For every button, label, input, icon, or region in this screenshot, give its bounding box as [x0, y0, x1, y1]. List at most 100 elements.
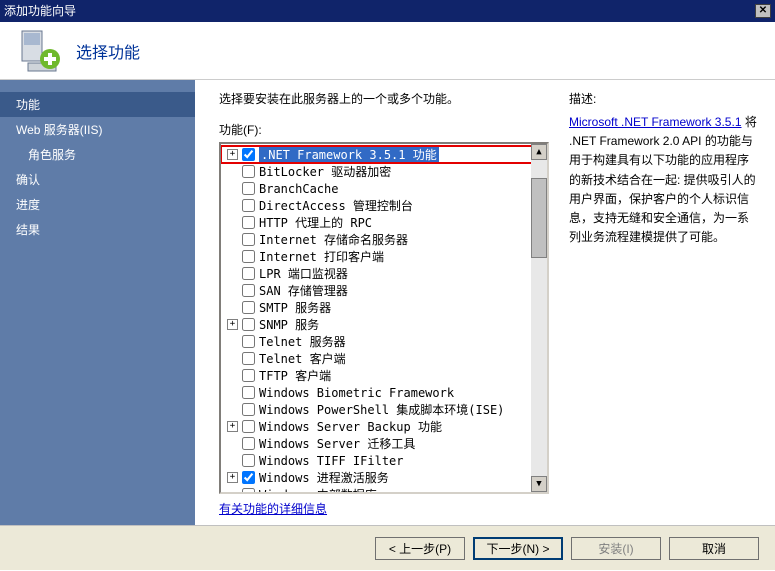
feature-checkbox[interactable]	[242, 335, 255, 348]
expand-spacer	[227, 438, 238, 449]
sidebar-item-5[interactable]: 结果	[0, 217, 195, 242]
tree-row[interactable]: Windows TIFF IFilter	[221, 452, 547, 469]
scroll-up-arrow[interactable]: ▲	[531, 144, 547, 160]
feature-label: Internet 打印客户端	[259, 248, 384, 265]
expand-spacer	[227, 353, 238, 364]
tree-row[interactable]: DirectAccess 管理控制台	[221, 197, 547, 214]
expand-icon[interactable]: +	[227, 421, 238, 432]
feature-checkbox[interactable]	[242, 148, 255, 161]
tree-row[interactable]: SMTP 服务器	[221, 299, 547, 316]
feature-label: BitLocker 驱动器加密	[259, 163, 391, 180]
feature-label: .NET Framework 3.5.1 功能	[259, 146, 439, 163]
page-title: 选择功能	[76, 39, 140, 63]
scroll-down-arrow[interactable]: ▼	[531, 476, 547, 492]
feature-checkbox[interactable]	[242, 284, 255, 297]
feature-checkbox[interactable]	[242, 369, 255, 382]
expand-icon[interactable]: +	[227, 319, 238, 330]
description-body: Microsoft .NET Framework 3.5.1 将 .NET Fr…	[569, 113, 759, 247]
feature-checkbox[interactable]	[242, 437, 255, 450]
more-info-link[interactable]: 有关功能的详细信息	[219, 502, 327, 516]
tree-row[interactable]: Telnet 客户端	[221, 350, 547, 367]
sidebar-item-3[interactable]: 确认	[0, 167, 195, 192]
feature-label: Internet 存储命名服务器	[259, 231, 408, 248]
tree-row[interactable]: Windows Biometric Framework	[221, 384, 547, 401]
tree-row[interactable]: Telnet 服务器	[221, 333, 547, 350]
prev-button[interactable]: < 上一步(P)	[375, 537, 465, 560]
tree-row[interactable]: + SNMP 服务	[221, 316, 547, 333]
feature-checkbox[interactable]	[242, 182, 255, 195]
sidebar-item-2[interactable]: 角色服务	[0, 142, 195, 167]
feature-checkbox[interactable]	[242, 352, 255, 365]
tree-row[interactable]: HTTP 代理上的 RPC	[221, 214, 547, 231]
expand-spacer	[227, 455, 238, 466]
tree-scrollbar[interactable]: ▲ ▼	[531, 144, 547, 492]
feature-label: TFTP 客户端	[259, 367, 331, 384]
features-tree[interactable]: + .NET Framework 3.5.1 功能BitLocker 驱动器加密 B…	[219, 142, 549, 494]
feature-checkbox[interactable]	[242, 267, 255, 280]
feature-label: SNMP 服务	[259, 316, 319, 333]
feature-checkbox[interactable]	[242, 301, 255, 314]
tree-row[interactable]: + Windows Server Backup 功能	[221, 418, 547, 435]
tree-row[interactable]: Windows 内部数据库	[221, 486, 547, 494]
description-text: 将 .NET Framework 2.0 API 的功能与用于构建具有以下功能的…	[569, 115, 757, 244]
titlebar: 添加功能向导 ✕	[0, 0, 775, 22]
feature-label: Windows Server 迁移工具	[259, 435, 415, 452]
feature-checkbox[interactable]	[242, 488, 255, 494]
expand-icon[interactable]: +	[227, 472, 238, 483]
feature-label: Windows TIFF IFilter	[259, 454, 404, 468]
tree-row[interactable]: Internet 打印客户端	[221, 248, 547, 265]
next-button[interactable]: 下一步(N) >	[473, 537, 563, 560]
tree-row[interactable]: + .NET Framework 3.5.1 功能	[221, 146, 547, 163]
expand-spacer	[227, 387, 238, 398]
feature-label: Windows Server Backup 功能	[259, 418, 442, 435]
tree-row[interactable]: TFTP 客户端	[221, 367, 547, 384]
tree-row[interactable]: Windows Server 迁移工具	[221, 435, 547, 452]
tree-row[interactable]: +Windows 进程激活服务	[221, 469, 547, 486]
expand-spacer	[227, 404, 238, 415]
feature-label: HTTP 代理上的 RPC	[259, 214, 372, 231]
feature-label: BranchCache	[259, 182, 338, 196]
sidebar-item-4[interactable]: 进度	[0, 192, 195, 217]
close-button[interactable]: ✕	[755, 4, 771, 18]
wizard-icon	[16, 27, 64, 75]
tree-row[interactable]: Windows PowerShell 集成脚本环境(ISE)	[221, 401, 547, 418]
sidebar-item-1[interactable]: Web 服务器(IIS)	[0, 117, 195, 142]
feature-checkbox[interactable]	[242, 386, 255, 399]
expand-spacer	[227, 251, 238, 262]
feature-checkbox[interactable]	[242, 199, 255, 212]
feature-checkbox[interactable]	[242, 165, 255, 178]
expand-spacer	[227, 217, 238, 228]
feature-checkbox[interactable]	[242, 216, 255, 229]
feature-label: SMTP 服务器	[259, 299, 331, 316]
feature-label: LPR 端口监视器	[259, 265, 348, 282]
description-link[interactable]: Microsoft .NET Framework 3.5.1	[569, 115, 742, 129]
sidebar: 功能Web 服务器(IIS)角色服务确认进度结果	[0, 80, 195, 525]
feature-checkbox[interactable]	[242, 318, 255, 331]
cancel-button[interactable]: 取消	[669, 537, 759, 560]
header: 选择功能	[0, 22, 775, 80]
expand-spacer	[227, 183, 238, 194]
scroll-thumb[interactable]	[531, 178, 547, 258]
feature-label: Telnet 客户端	[259, 350, 346, 367]
expand-icon[interactable]: +	[227, 149, 238, 160]
expand-spacer	[227, 234, 238, 245]
expand-spacer	[227, 200, 238, 211]
expand-spacer	[227, 268, 238, 279]
feature-checkbox[interactable]	[242, 403, 255, 416]
tree-row[interactable]: Internet 存储命名服务器	[221, 231, 547, 248]
tree-row[interactable]: BitLocker 驱动器加密	[221, 163, 547, 180]
sidebar-item-0[interactable]: 功能	[0, 92, 195, 117]
install-button[interactable]: 安装(I)	[571, 537, 661, 560]
tree-row[interactable]: LPR 端口监视器	[221, 265, 547, 282]
feature-checkbox[interactable]	[242, 250, 255, 263]
tree-row[interactable]: SAN 存储管理器	[221, 282, 547, 299]
expand-spacer	[227, 370, 238, 381]
features-label: 功能(F):	[219, 121, 549, 138]
feature-checkbox[interactable]	[242, 233, 255, 246]
feature-label: Windows Biometric Framework	[259, 386, 454, 400]
feature-checkbox[interactable]	[242, 420, 255, 433]
feature-checkbox[interactable]	[242, 471, 255, 484]
footer: < 上一步(P) 下一步(N) > 安装(I) 取消	[0, 525, 775, 570]
feature-checkbox[interactable]	[242, 454, 255, 467]
tree-row[interactable]: BranchCache	[221, 180, 547, 197]
